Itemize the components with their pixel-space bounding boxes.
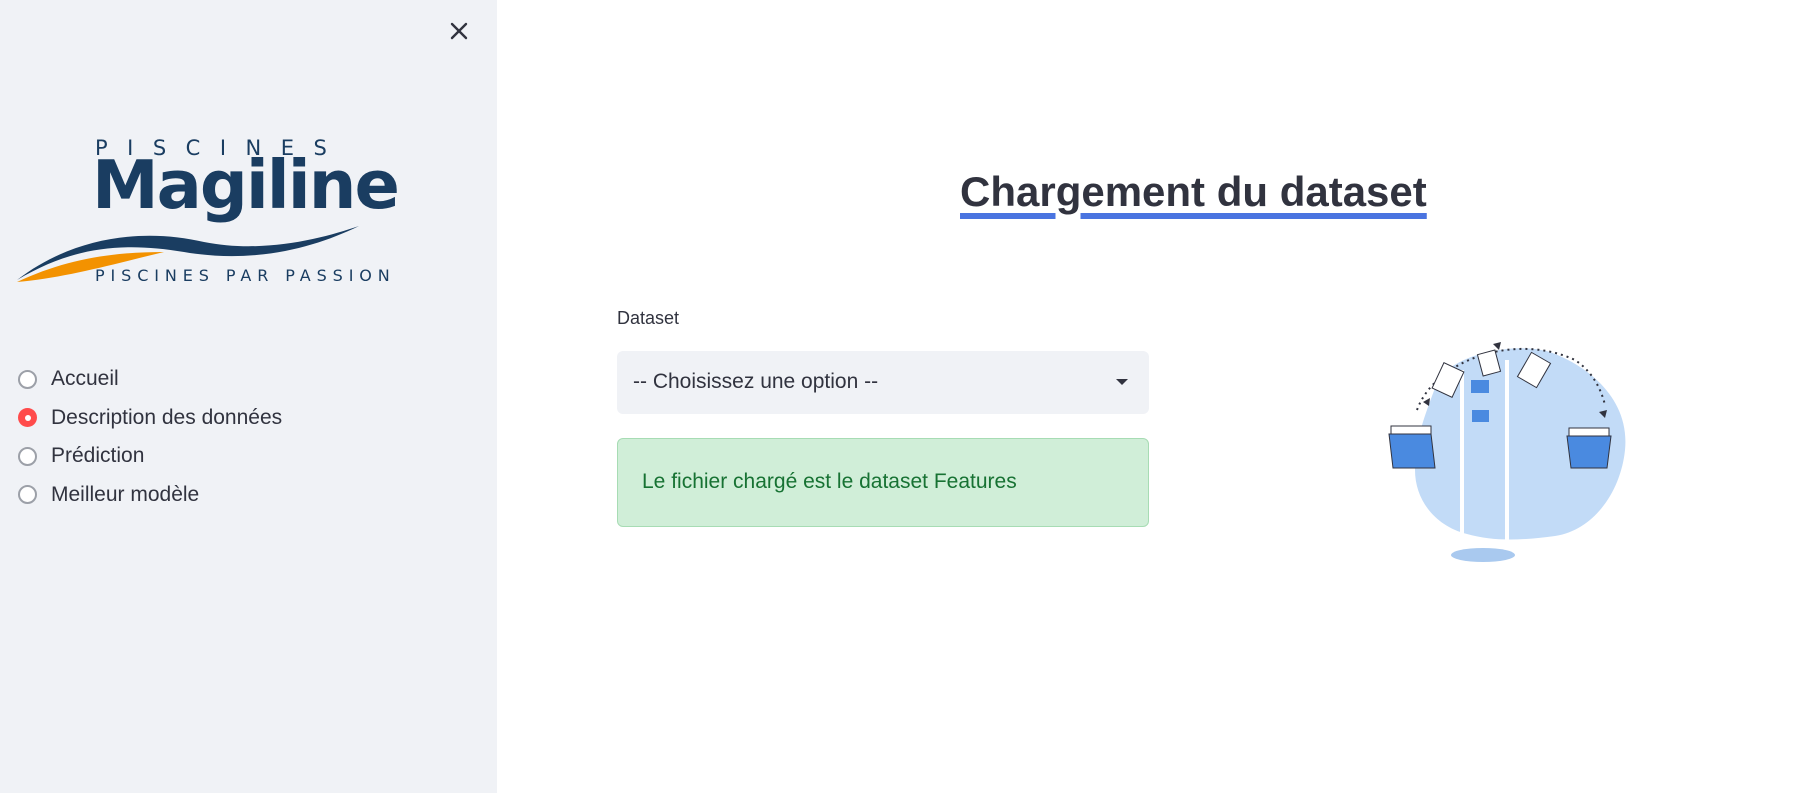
nav-option-prediction[interactable]: Prédiction bbox=[18, 437, 282, 476]
nav-option-description[interactable]: Description des données bbox=[18, 399, 282, 438]
radio-unchecked-icon[interactable] bbox=[18, 446, 37, 466]
logo-tagline: PISCINES PAR PASSION bbox=[95, 266, 396, 285]
nav-option-label: Description des données bbox=[51, 405, 283, 429]
page-title: Chargement du dataset bbox=[960, 168, 1427, 215]
app-root: PISCINES Magiline PISCINES PAR PASSION A… bbox=[0, 0, 1810, 793]
nav-option-meilleur-modele[interactable]: Meilleur modèle bbox=[18, 476, 282, 515]
dataset-label: Dataset bbox=[617, 308, 680, 328]
nav-option-label: Meilleur modèle bbox=[51, 482, 200, 506]
logo-brand-text: Magiline bbox=[92, 146, 400, 224]
dataset-select-value: -- Choisissez une option -- bbox=[633, 370, 879, 393]
nav-option-label: Prédiction bbox=[51, 444, 145, 468]
dataset-select[interactable]: -- Choisissez une option -- bbox=[617, 351, 1149, 414]
nav-option-accueil[interactable]: Accueil bbox=[18, 360, 282, 399]
success-alert: Le fichier chargé est le dataset Feature… bbox=[617, 438, 1149, 527]
radio-unchecked-icon[interactable] bbox=[18, 369, 37, 389]
close-icon[interactable] bbox=[444, 16, 474, 46]
success-message: Le fichier chargé est le dataset Feature… bbox=[642, 470, 1017, 493]
radio-unchecked-icon[interactable] bbox=[18, 485, 37, 505]
sidebar: PISCINES Magiline PISCINES PAR PASSION A… bbox=[0, 0, 497, 793]
file-transfer-illustration bbox=[1375, 330, 1635, 570]
radio-checked-icon[interactable] bbox=[18, 408, 37, 428]
magiline-logo: PISCINES Magiline PISCINES PAR PASSION bbox=[14, 132, 414, 288]
page-navigation-radio: Accueil Description des données Prédicti… bbox=[18, 360, 282, 514]
caret-down-icon[interactable] bbox=[1116, 379, 1128, 385]
nav-option-label: Accueil bbox=[51, 367, 119, 391]
